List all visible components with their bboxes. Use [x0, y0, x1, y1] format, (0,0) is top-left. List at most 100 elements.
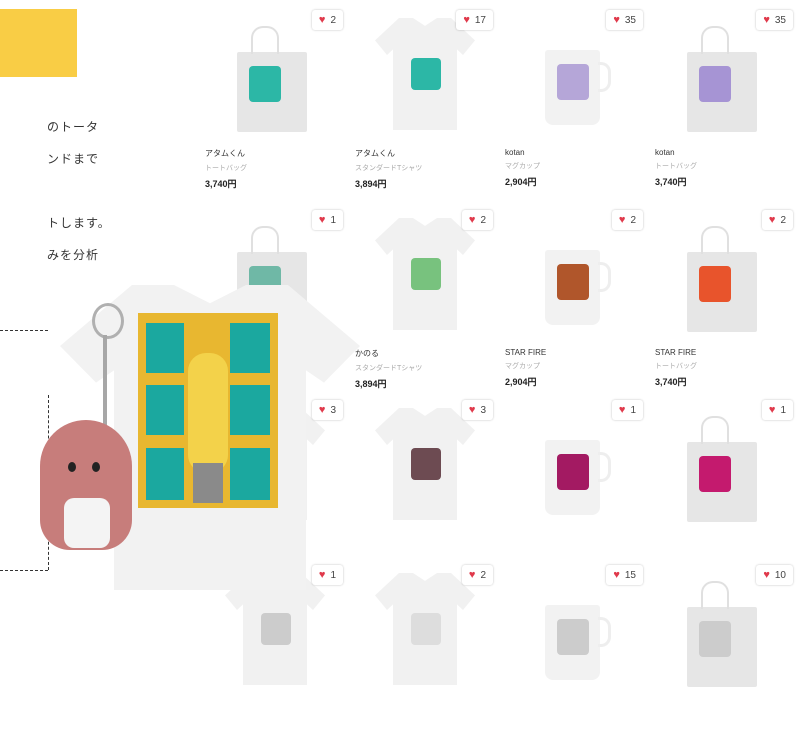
heart-icon: ♥	[613, 569, 620, 581]
favorite-button[interactable]: ♥ 17	[456, 10, 493, 30]
print-design	[699, 66, 731, 102]
print-design	[557, 264, 589, 300]
favorite-button[interactable]: ♥ 1	[761, 400, 793, 420]
favorite-button[interactable]: ♥ 15	[606, 565, 643, 585]
product-image[interactable]	[655, 10, 793, 145]
print-design	[557, 64, 589, 100]
favorite-button[interactable]: ♥ 2	[311, 10, 343, 30]
product-card[interactable]: ♥ 3	[355, 400, 493, 590]
print-design	[411, 613, 441, 645]
favorite-count: 1	[780, 404, 786, 416]
product-card[interactable]: ♥ 35 kotan トートバッグ 3,740円	[655, 10, 793, 200]
product-image[interactable]	[505, 400, 643, 535]
t-shirt-product	[375, 218, 475, 330]
product-image[interactable]	[355, 10, 493, 145]
heart-icon: ♥	[463, 14, 470, 26]
mug-product	[545, 605, 611, 680]
product-card[interactable]: ♥ 2 STAR FIRE マグカップ 2,904円	[505, 210, 643, 400]
product-name[interactable]: アタムくん	[355, 148, 422, 159]
product-card[interactable]: ♥ 1	[655, 400, 793, 590]
heart-icon: ♥	[468, 214, 476, 226]
print-design	[699, 456, 731, 492]
favorite-count: 2	[480, 214, 486, 226]
tote-bag-product	[687, 581, 757, 687]
product-name[interactable]: STAR FIRE	[655, 348, 697, 357]
product-meta: STAR FIRE トートバッグ 3,740円	[655, 348, 697, 388]
product-image[interactable]	[505, 565, 643, 700]
product-image[interactable]	[355, 400, 493, 535]
favorite-count: 2	[330, 14, 336, 26]
product-image[interactable]	[205, 10, 343, 145]
product-price: 2,904円	[505, 177, 537, 187]
product-card[interactable]: ♥ 1	[505, 400, 643, 590]
print-design	[557, 619, 589, 655]
favorite-count: 2	[480, 569, 486, 581]
t-shirt-product	[375, 573, 475, 685]
product-image[interactable]	[355, 210, 493, 345]
product-meta: STAR FIRE マグカップ 2,904円	[505, 348, 546, 388]
favorite-button[interactable]: ♥ 3	[461, 400, 493, 420]
product-name[interactable]: kotan	[655, 148, 697, 157]
dog-keychain-charm	[40, 420, 132, 550]
favorite-button[interactable]: ♥ 2	[461, 210, 493, 230]
product-image[interactable]	[655, 565, 793, 700]
print-design	[411, 258, 441, 290]
favorite-button[interactable]: ♥ 2	[761, 210, 793, 230]
hero-shirt-print	[138, 313, 278, 508]
heart-icon: ♥	[763, 14, 770, 26]
product-type: トートバッグ	[205, 165, 247, 172]
heart-icon: ♥	[613, 14, 620, 26]
favorite-button[interactable]: ♥ 35	[606, 10, 643, 30]
product-name[interactable]: kotan	[505, 148, 540, 157]
keyring-icon	[92, 303, 124, 339]
favorite-count: 10	[774, 569, 786, 581]
favorite-count: 35	[774, 14, 786, 26]
product-price: 3,894円	[355, 179, 387, 189]
heart-icon: ♥	[618, 404, 626, 416]
t-shirt-product	[375, 408, 475, 520]
product-name[interactable]: かのる	[355, 348, 422, 359]
product-image[interactable]	[655, 400, 793, 535]
favorite-button[interactable]: ♥ 35	[756, 10, 793, 30]
favorite-button[interactable]: ♥ 2	[611, 210, 643, 230]
product-image[interactable]	[355, 565, 493, 700]
product-image[interactable]	[505, 210, 643, 345]
product-card[interactable]: ♥ 15	[505, 565, 643, 755]
product-card[interactable]: ♥ 2 STAR FIRE トートバッグ 3,740円	[655, 210, 793, 400]
product-card[interactable]: ♥ 1	[205, 565, 343, 755]
product-card[interactable]: ♥ 17 アタムくんスタンダードTシャツ 3,894円	[355, 10, 493, 200]
favorite-count: 17	[474, 14, 486, 26]
heart-icon: ♥	[468, 404, 476, 416]
favorite-count: 35	[624, 14, 636, 26]
print-design	[557, 454, 589, 490]
favorite-button[interactable]: ♥ 1	[311, 210, 343, 230]
product-meta: kotan マグカップ 2,904円	[505, 148, 540, 188]
print-design	[249, 66, 281, 102]
favorite-button[interactable]: ♥ 1	[611, 400, 643, 420]
product-name[interactable]: アタムくん	[205, 148, 247, 159]
product-image[interactable]	[505, 10, 643, 145]
product-type: トートバッグ	[655, 163, 697, 170]
heart-icon: ♥	[318, 214, 326, 226]
product-card[interactable]: ♥ 35 kotan マグカップ 2,904円	[505, 10, 643, 200]
product-card[interactable]: ♥ 2	[355, 565, 493, 755]
favorite-count: 1	[630, 404, 636, 416]
mug-product	[545, 250, 611, 325]
favorite-button[interactable]: ♥ 10	[756, 565, 793, 585]
product-meta: アタムくん トートバッグ 3,740円	[205, 148, 247, 190]
product-name[interactable]: STAR FIRE	[505, 348, 546, 357]
favorite-button[interactable]: ♥ 2	[461, 565, 493, 585]
product-card[interactable]: ♥ 2 かのる スタンダードTシャツ 3,894円	[355, 210, 493, 400]
intro-line: トします。	[47, 216, 111, 230]
product-image[interactable]	[655, 210, 793, 345]
product-type: スタンダードTシャツ	[355, 165, 423, 172]
product-price: 3,894円	[355, 379, 387, 389]
favorite-count: 2	[780, 214, 786, 226]
hero-merch-image	[20, 285, 360, 590]
product-card[interactable]: ♥ 10	[655, 565, 793, 755]
mug-product	[545, 440, 611, 515]
product-card[interactable]: ♥ 2 アタムくん トートバッグ 3,740円	[205, 10, 343, 200]
heart-icon: ♥	[768, 404, 776, 416]
mug-product	[545, 50, 611, 125]
favorite-count: 3	[480, 404, 486, 416]
